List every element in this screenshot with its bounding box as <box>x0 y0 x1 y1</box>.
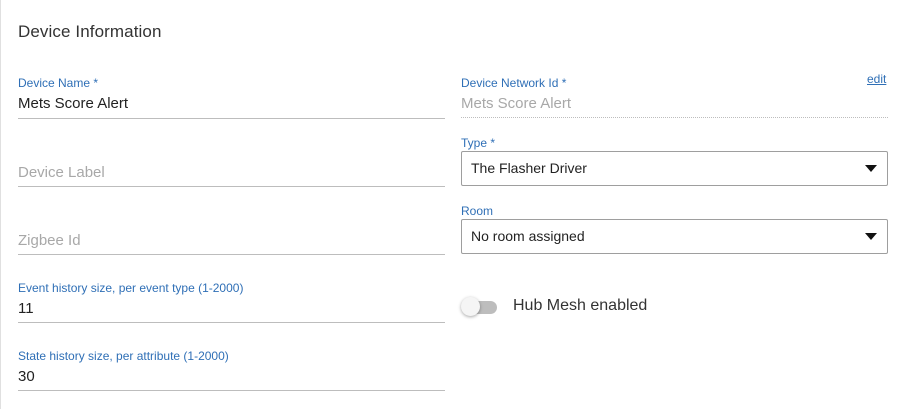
chevron-down-icon <box>865 233 877 240</box>
device-label-field[interactable]: Device Label <box>18 145 445 189</box>
state-history-input[interactable]: 30 <box>18 368 35 385</box>
event-history-field[interactable]: Event history size, per event type (1-20… <box>18 281 445 325</box>
event-history-label: Event history size, per event type (1-20… <box>18 281 244 295</box>
device-label-underline <box>18 186 445 187</box>
device-name-underline <box>18 118 445 119</box>
zigbee-id-field[interactable]: Zigbee Id <box>18 213 445 257</box>
type-select[interactable]: The Flasher Driver <box>461 151 888 186</box>
network-id-field: Device Network Id * Mets Score Alert <box>461 76 888 120</box>
state-history-label: State history size, per attribute (1-200… <box>18 349 229 363</box>
state-history-underline <box>18 390 445 391</box>
room-field: Room No room assigned <box>461 204 888 254</box>
chevron-down-icon <box>865 165 877 172</box>
hub-mesh-toggle[interactable] <box>461 297 497 317</box>
hub-mesh-label: Hub Mesh enabled <box>513 297 648 314</box>
network-id-label: Device Network Id * <box>461 76 567 90</box>
network-id-value: Mets Score Alert <box>461 95 572 112</box>
state-history-field[interactable]: State history size, per attribute (1-200… <box>18 349 445 393</box>
network-id-underline <box>461 117 888 118</box>
type-selected-value: The Flasher Driver <box>471 160 587 176</box>
type-label: Type * <box>461 136 496 150</box>
type-field: Type * The Flasher Driver <box>461 136 888 186</box>
room-selected-value: No room assigned <box>471 228 585 244</box>
event-history-underline <box>18 322 445 323</box>
device-name-input[interactable]: Mets Score Alert <box>18 95 128 112</box>
event-history-input[interactable]: 11 <box>18 300 34 317</box>
edit-network-id-link[interactable]: edit <box>867 72 886 86</box>
device-name-field[interactable]: Device Name * Mets Score Alert <box>18 76 445 120</box>
room-select[interactable]: No room assigned <box>461 219 888 254</box>
zigbee-id-underline <box>18 254 445 255</box>
device-information-card: Device Information Device Name * Mets Sc… <box>0 0 921 409</box>
section-title: Device Information <box>18 22 162 41</box>
room-label: Room <box>461 204 494 218</box>
zigbee-id-input[interactable]: Zigbee Id <box>18 232 81 249</box>
device-label-input[interactable]: Device Label <box>18 164 105 181</box>
toggle-thumb <box>461 297 480 316</box>
device-name-label: Device Name * <box>18 76 99 90</box>
